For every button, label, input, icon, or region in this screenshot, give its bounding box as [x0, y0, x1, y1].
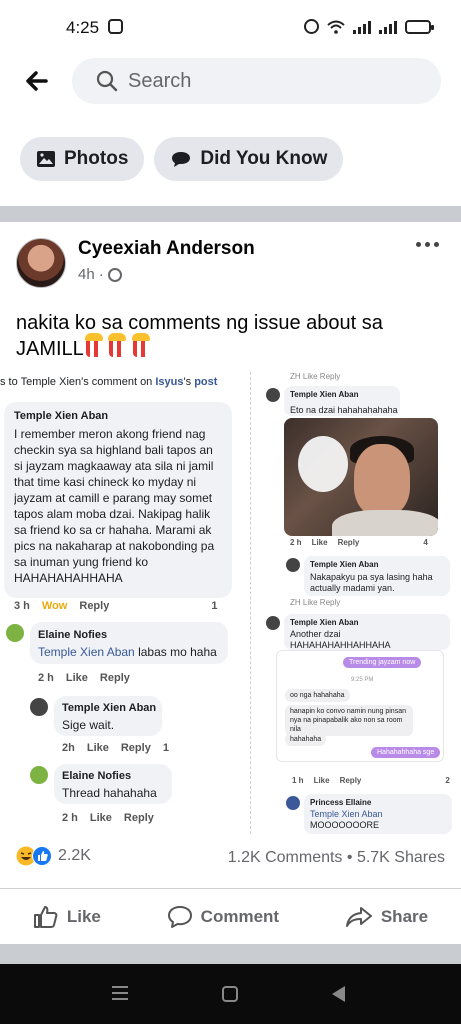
comment-button-label: Comment: [200, 906, 280, 926]
back-icon[interactable]: [332, 986, 345, 1002]
filter-chips: Photos Did You Know: [20, 137, 344, 181]
thumbs-up-icon: [33, 905, 58, 928]
signal-icon: [353, 20, 371, 34]
shot-comment-1-actions: 3 h Wow Reply 1: [14, 600, 218, 612]
section-divider: [0, 206, 461, 222]
top-bar: Search: [0, 56, 461, 106]
search-icon: [96, 70, 118, 92]
comments-count[interactable]: 1.2K Comments: [228, 849, 343, 866]
shot-header: s to Temple Xien's comment on Isyus's po…: [0, 376, 218, 388]
more-options-icon[interactable]: [416, 242, 439, 247]
post-time[interactable]: 4h: [78, 266, 95, 283]
post-header: Cyeexiah Anderson 4h ·: [0, 230, 461, 290]
reaction-summary[interactable]: 2.2K: [16, 846, 91, 866]
recent-apps-icon[interactable]: [112, 986, 128, 1000]
did-you-know-chip[interactable]: Did You Know: [154, 137, 344, 181]
shot-reply-1-actions: 2 h Like Reply 4: [290, 538, 428, 547]
post-action-bar: Like Comment Share: [0, 888, 461, 944]
signal-icon-2: [379, 20, 397, 34]
post-text-line1: nakita ko sa comments ng issue about sa: [16, 312, 383, 334]
home-icon[interactable]: [222, 986, 238, 1002]
shot-comment-1: Temple Xien Aban I remember meron akong …: [4, 402, 232, 598]
photos-chip-label: Photos: [64, 148, 129, 169]
avatar[interactable]: [16, 238, 66, 288]
shot-reply-1: Temple Xien Aban Eto na dzai hahahahahah…: [284, 386, 400, 416]
post-author[interactable]: Cyeexiah Anderson: [78, 238, 255, 260]
share-icon: [345, 906, 372, 927]
photos-chip[interactable]: Photos: [20, 137, 145, 181]
share-button[interactable]: Share: [345, 905, 428, 929]
shot-reply-4: Princess Ellaine Temple Xien Aban MOOOOOO…: [304, 794, 452, 834]
post-stats: 1.2K Comments • 5.7K Shares: [227, 849, 445, 866]
shot-comment-4: Elaine Nofies Thread hahahaha: [54, 764, 172, 804]
wifi-icon: [327, 20, 345, 34]
shot-reply-2: Temple Xien Aban Nakapakyu pa sya lasing…: [304, 556, 450, 596]
shot-comment-1-body: I remember meron akong friend nag checki…: [14, 427, 215, 585]
shot-avatar: [286, 796, 300, 810]
shot-reply-3: Temple Xien Aban Another dzai HAHAHAHAHHA…: [284, 614, 450, 650]
shot-photo: [284, 418, 438, 536]
shot-right-top-actions: ZH Like Reply: [290, 372, 341, 381]
shot-comment-3-actions: 2h Like Reply 1: [62, 742, 169, 754]
shot-comment-3: Temple Xien Aban Sige wait.: [54, 696, 162, 736]
shot-avatar: [6, 624, 24, 642]
shares-count[interactable]: 5.7K Shares: [357, 849, 445, 866]
like-button[interactable]: Like: [33, 905, 101, 929]
share-button-label: Share: [380, 906, 429, 926]
like-reaction-icon: [32, 846, 52, 866]
shot-comment-2-actions: 2 h Like Reply: [38, 672, 130, 684]
status-icons: [304, 19, 434, 34]
reaction-count: 2.2K: [58, 847, 91, 864]
section-divider-bottom: [0, 944, 461, 964]
status-bar: 4:25: [0, 0, 461, 56]
speech-bubble-icon: [172, 152, 191, 167]
shot-comment-1-name: Temple Xien Aban: [14, 410, 109, 422]
comment-icon: [167, 905, 192, 928]
search-input[interactable]: Search: [72, 58, 441, 104]
post-meta: 4h ·: [78, 266, 122, 283]
post-text-line2: JAMILL: [16, 338, 84, 360]
post-image[interactable]: s to Temple Xien's comment on Isyus's po…: [0, 372, 461, 834]
shot-avatar: [266, 388, 280, 402]
did-you-know-chip-label: Did You Know: [200, 148, 328, 169]
shot-chat-screenshot: Trending jayzam now 9:25 PM oo nga hahah…: [276, 650, 444, 762]
post-text: nakita ko sa comments ng issue about sa …: [16, 310, 436, 362]
search-placeholder: Search: [128, 69, 192, 92]
image-column-divider: [250, 372, 251, 834]
shot-comment-4-actions: 2 h Like Reply: [62, 812, 154, 824]
shot-right-mid-actions: ZH Like Reply: [290, 598, 341, 607]
photo-icon: [37, 151, 55, 167]
shot-reply-3-actions: 1 h Like Reply 2: [292, 776, 450, 785]
shot-avatar: [30, 698, 48, 716]
notification-icon: [108, 19, 123, 34]
shot-avatar: [30, 766, 48, 784]
shot-comment-2: Elaine Nofies Temple Xien Aban labas mo …: [30, 622, 228, 664]
popcorn-emoji-icon: [131, 333, 150, 357]
shot-avatar: [286, 558, 300, 572]
system-nav-bar: [0, 964, 461, 1024]
back-arrow-icon[interactable]: [22, 66, 52, 96]
shot-avatar: [266, 616, 280, 630]
alarm-icon: [304, 19, 319, 34]
popcorn-emoji-icon: [108, 333, 127, 357]
comment-button[interactable]: Comment: [167, 905, 279, 929]
popcorn-emoji-icon: [84, 333, 103, 357]
like-button-label: Like: [66, 906, 101, 926]
globe-icon: [107, 267, 122, 282]
battery-icon: [405, 19, 434, 34]
status-time: 4:25: [66, 18, 100, 37]
